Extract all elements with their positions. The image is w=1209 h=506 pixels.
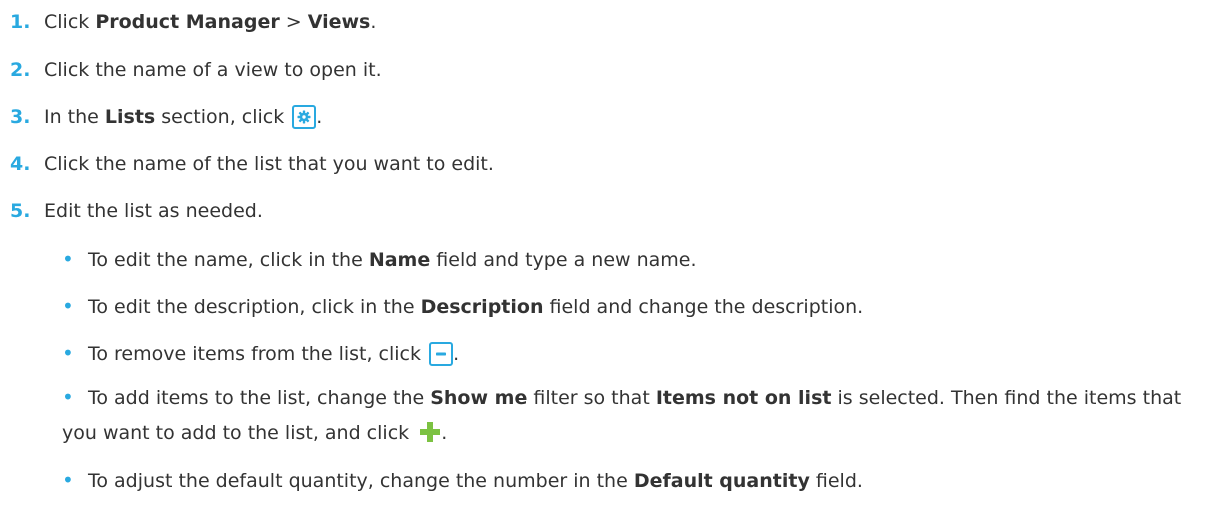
step-2: 2. Click the name of a view to open it.: [10, 55, 382, 85]
step-text: Click the name of the list that you want…: [44, 153, 494, 175]
bullet-text: To edit the description, click in the: [88, 296, 421, 318]
bullet-text: .: [453, 343, 460, 365]
bullet-text: To add items to the list, change the: [88, 387, 431, 409]
plus-icon: [419, 420, 441, 455]
bullet-text: .: [441, 422, 448, 444]
gear-icon: [292, 105, 317, 129]
step-text: Click the name of a view to open it.: [44, 59, 382, 81]
bullet-dot: •: [62, 385, 74, 409]
step-number: 3.: [10, 106, 31, 128]
step-text: .: [316, 106, 323, 128]
bullet-add-items: • To add items to the list, change the Sh…: [62, 380, 1182, 455]
bullet-text: To edit the name, click in the: [88, 249, 369, 271]
bullet-text: To remove items from the list, click: [88, 343, 428, 365]
step-1: 1. Click Product Manager > Views.: [10, 7, 376, 37]
bullet-text: field.: [809, 470, 863, 492]
ui-term-items-not-on-list: Items not on list: [655, 387, 832, 409]
step-number: 5.: [10, 200, 31, 222]
ui-term-lists: Lists: [104, 106, 156, 128]
step-number: 4.: [10, 153, 31, 175]
step-text: >: [279, 11, 308, 33]
bullet-text: field and change the description.: [543, 296, 864, 318]
bullet-text: filter so that: [527, 387, 656, 409]
bullet-edit-description: • To edit the description, click in the D…: [62, 291, 863, 321]
step-text: .: [370, 11, 377, 33]
step-text: Edit the list as needed.: [44, 200, 263, 222]
bullet-dot: •: [62, 294, 74, 318]
ui-term-show-me: Show me: [430, 387, 528, 409]
step-text: In the: [44, 106, 105, 128]
step-text: section, click: [155, 106, 291, 128]
step-5: 5. Edit the list as needed.: [10, 196, 263, 226]
bullet-text: field and type a new name.: [430, 249, 697, 271]
ui-term-views: Views: [307, 11, 371, 33]
bullet-remove-items: • To remove items from the list, click .: [62, 338, 459, 368]
ui-term-description: Description: [420, 296, 544, 318]
bullet-adjust-quantity: • To adjust the default quantity, change …: [62, 465, 863, 495]
bullet-dot: •: [62, 247, 74, 271]
step-number: 1.: [10, 11, 31, 33]
bullet-edit-name: • To edit the name, click in the Name fie…: [62, 244, 697, 274]
minus-icon: [429, 342, 454, 366]
step-3: 3. In the Lists section, click .: [10, 102, 322, 132]
ui-term-default-quantity: Default quantity: [633, 470, 810, 492]
bullet-text: To adjust the default quantity, change t…: [88, 470, 634, 492]
step-4: 4. Click the name of the list that you wa…: [10, 149, 494, 179]
step-text: Click: [44, 11, 96, 33]
step-number: 2.: [10, 59, 31, 81]
bullet-dot: •: [62, 341, 74, 365]
ui-term-name: Name: [368, 249, 431, 271]
bullet-dot: •: [62, 468, 74, 492]
ui-term-product-manager: Product Manager: [95, 11, 280, 33]
